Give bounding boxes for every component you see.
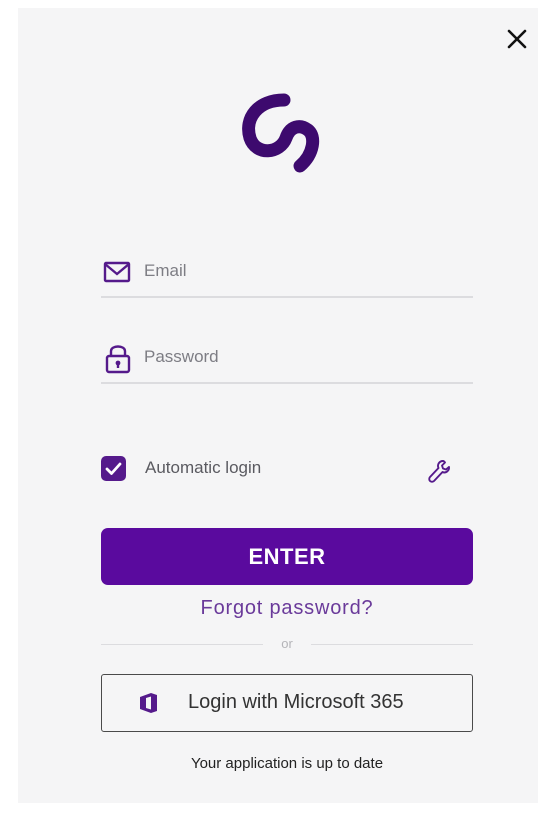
microsoft-login-label: Login with Microsoft 365	[188, 691, 404, 713]
brand-logo	[236, 84, 336, 184]
forgot-password-link[interactable]: Forgot password?	[101, 597, 473, 620]
office-icon	[138, 692, 160, 714]
enter-button[interactable]: ENTER	[101, 528, 473, 585]
email-field	[101, 256, 473, 298]
password-input[interactable]	[144, 342, 464, 372]
wrench-icon	[428, 460, 450, 483]
brand-swirl-logo	[242, 93, 320, 173]
close-icon	[507, 29, 527, 49]
settings-button[interactable]	[424, 456, 454, 486]
padlock-icon	[101, 342, 135, 374]
envelope-icon	[101, 256, 135, 288]
divider-line-right	[311, 644, 473, 645]
email-input[interactable]	[144, 256, 464, 286]
automatic-login-checkbox[interactable]	[101, 456, 126, 481]
password-field	[101, 342, 473, 384]
checkmark-icon	[105, 462, 122, 475]
automatic-login-label: Automatic login	[145, 458, 262, 477]
update-status-text: Your application is up to date	[190, 755, 384, 772]
or-divider: or	[101, 636, 473, 654]
microsoft-login-button[interactable]: Login with Microsoft 365	[101, 674, 473, 732]
close-button[interactable]	[502, 24, 532, 54]
